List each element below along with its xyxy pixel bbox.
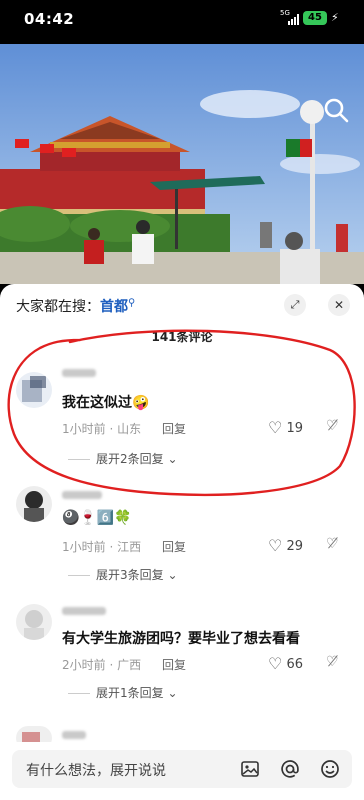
dislike-icon[interactable]: ♡̸ <box>326 418 339 434</box>
comment-text: 我在这似过🤪 <box>62 395 150 411</box>
dislike-icon[interactable]: ♡̸ <box>326 654 339 670</box>
comment-meta: 1小时前 · 山东 <box>62 422 142 436</box>
comment-input[interactable]: 有什么想法，展开说说 <box>12 750 352 788</box>
comment-input-bar: 有什么想法，展开说说 <box>0 742 364 800</box>
expand-replies-label: 展开1条回复 <box>96 686 164 700</box>
expand-icon: ⤢ <box>290 298 300 311</box>
comment-text: 🎱🍷6️⃣🍀 <box>62 510 132 526</box>
avatar[interactable] <box>16 372 52 408</box>
charging-icon: ⚡ <box>331 11 339 24</box>
trending-search[interactable]: 大家都在搜：首都⚲ <box>16 296 135 316</box>
like-button[interactable]: ♡ 29 <box>268 536 303 555</box>
comment-input-placeholder: 有什么想法，展开说说 <box>26 763 166 779</box>
expand-replies-button[interactable]: 展开1条回复 ⌄ <box>68 684 178 701</box>
video-frame <box>0 44 364 284</box>
emoji-icon[interactable] <box>320 759 340 779</box>
image-icon[interactable] <box>240 759 260 779</box>
signal-icon <box>288 13 299 25</box>
reply-button[interactable]: 回复 <box>162 420 186 437</box>
expand-replies-button[interactable]: 展开3条回复 ⌄ <box>68 566 178 583</box>
username-blurred[interactable] <box>62 728 86 741</box>
battery-icon: 45 <box>303 11 327 25</box>
username-blurred[interactable] <box>62 488 102 501</box>
like-button[interactable]: ♡ 19 <box>268 418 303 437</box>
search-icon <box>324 98 349 123</box>
at-icon[interactable] <box>280 759 300 779</box>
comment-count: 141条评论 <box>151 330 213 344</box>
avatar[interactable] <box>16 604 52 640</box>
like-button[interactable]: ♡ 66 <box>268 654 303 673</box>
comment-item: 🎱🍷6️⃣🍀 1小时前 · 江西 回复 ♡ 29 ♡̸ 展开3条回复 ⌄ <box>0 480 364 590</box>
like-count: 29 <box>286 539 304 554</box>
expand-button[interactable]: ⤢ <box>284 294 306 316</box>
expand-replies-button[interactable]: 展开2条回复 ⌄ <box>68 450 178 467</box>
comment-item: 我在这似过🤪 1小时前 · 山东 回复 ♡ 19 ♡̸ 展开2条回复 ⌄ <box>0 360 364 470</box>
comment-meta: 2小时前 · 广西 <box>62 658 142 672</box>
heart-icon: ♡ <box>268 536 283 555</box>
expand-replies-label: 展开3条回复 <box>96 568 164 582</box>
like-count: 66 <box>286 657 304 672</box>
avatar-image <box>16 372 52 408</box>
reply-button[interactable]: 回复 <box>162 538 186 555</box>
dislike-icon[interactable]: ♡̸ <box>326 536 339 552</box>
search-button[interactable] <box>322 96 350 124</box>
status-time: 04:42 <box>24 10 75 28</box>
avatar[interactable] <box>16 486 52 522</box>
close-icon: ✕ <box>333 298 345 312</box>
trending-search-keyword[interactable]: 首都 <box>100 299 128 315</box>
search-small-icon: ⚲ <box>128 297 136 309</box>
comment-item: 有大学生旅游团吗？要毕业了想去看看 2小时前 · 广西 回复 ♡ 66 ♡̸ 展… <box>0 598 364 708</box>
video-player[interactable] <box>0 44 364 284</box>
comment-text: 有大学生旅游团吗？要毕业了想去看看 <box>62 631 300 647</box>
username-blurred[interactable] <box>62 604 106 617</box>
like-count: 19 <box>286 421 304 436</box>
expand-replies-label: 展开2条回复 <box>96 452 164 466</box>
chevron-down-icon: ⌄ <box>167 452 178 466</box>
reply-button[interactable]: 回复 <box>162 656 186 673</box>
close-button[interactable]: ✕ <box>328 294 350 316</box>
status-bar: 04:42 5G 45 ⚡ <box>0 0 364 44</box>
heart-icon: ♡ <box>268 654 283 673</box>
username-blurred[interactable] <box>62 366 96 379</box>
avatar-image <box>16 604 52 640</box>
heart-icon: ♡ <box>268 418 283 437</box>
comment-sheet: 大家都在搜：首都⚲ ⤢ ✕ 141条评论 我在这似过🤪 1小时前 · 山东 回复… <box>0 284 364 800</box>
chevron-down-icon: ⌄ <box>167 568 178 582</box>
avatar-image <box>16 486 52 522</box>
comment-meta: 1小时前 · 江西 <box>62 540 142 554</box>
trending-search-prefix: 大家都在搜： <box>16 299 100 315</box>
chevron-down-icon: ⌄ <box>167 686 178 700</box>
